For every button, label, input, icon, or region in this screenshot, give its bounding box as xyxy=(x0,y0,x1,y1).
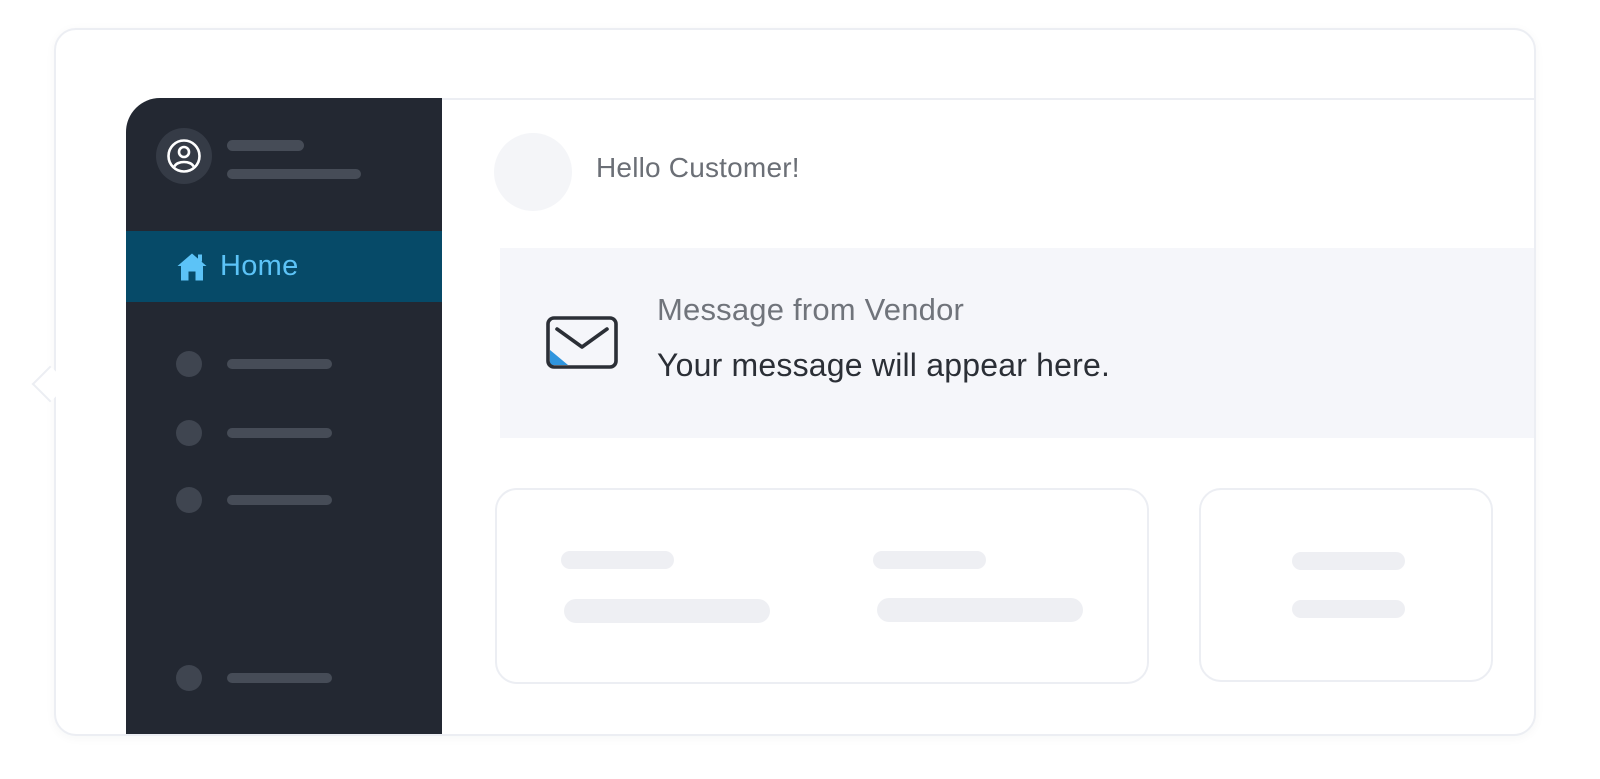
customer-avatar xyxy=(494,133,572,211)
value-placeholder xyxy=(877,598,1083,622)
message-body: Your message will appear here. xyxy=(657,347,1111,383)
user-subtitle-placeholder xyxy=(227,169,361,179)
label-placeholder xyxy=(1292,552,1405,570)
vendor-message-card[interactable]: Message from Vendor Your message will ap… xyxy=(500,248,1534,438)
user-icon xyxy=(167,139,201,173)
sidebar-item-icon-placeholder xyxy=(176,351,202,377)
label-placeholder xyxy=(561,551,674,569)
sidebar-item-icon-placeholder xyxy=(176,420,202,446)
sidebar: Home xyxy=(126,98,442,734)
envelope-icon xyxy=(546,316,618,369)
value-placeholder xyxy=(1292,600,1405,618)
user-name-placeholder xyxy=(227,140,304,151)
sidebar-item-label: Home xyxy=(220,250,299,282)
sidebar-item-placeholder[interactable] xyxy=(227,428,332,438)
sidebar-item-icon-placeholder xyxy=(176,487,202,513)
label-placeholder xyxy=(873,551,986,569)
user-avatar[interactable] xyxy=(156,128,212,184)
side-card xyxy=(1199,488,1493,682)
sidebar-item-home[interactable]: Home xyxy=(126,231,442,302)
sidebar-item-placeholder[interactable] xyxy=(227,673,332,683)
summary-card xyxy=(495,488,1149,684)
sidebar-item-icon-placeholder xyxy=(176,665,202,691)
sidebar-item-placeholder[interactable] xyxy=(227,359,332,369)
sidebar-item-placeholder[interactable] xyxy=(227,495,332,505)
message-title: Message from Vendor xyxy=(657,292,965,327)
value-placeholder xyxy=(564,599,770,623)
home-icon xyxy=(177,253,207,280)
greeting-text: Hello Customer! xyxy=(596,152,800,183)
header-divider xyxy=(442,98,1534,100)
app-window: Home Hello Customer! Message from Vendor… xyxy=(54,28,1536,736)
